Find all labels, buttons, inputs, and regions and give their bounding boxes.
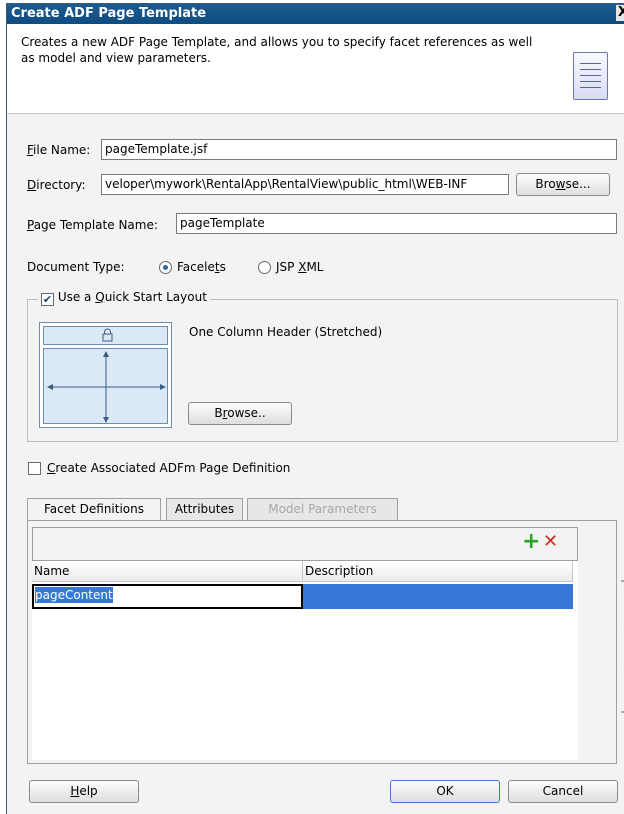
layout-browse-button[interactable]: Browse..	[188, 402, 292, 425]
directory-field[interactable]: veloper\mywork\RentalApp\RentalView\publ…	[101, 174, 509, 195]
add-icon[interactable]: +	[522, 531, 540, 553]
remove-icon[interactable]: ✕	[543, 532, 558, 552]
directory-browse-button[interactable]: Browse...	[516, 173, 610, 196]
template-name-label: Page Template Name:	[27, 218, 158, 232]
facet-description-cell[interactable]	[303, 584, 573, 609]
page-template-icon	[573, 52, 608, 100]
jsp-xml-radio[interactable]	[258, 261, 271, 274]
header-panel: Creates a new ADF Page Template, and all…	[7, 24, 624, 114]
create-page-template-dialog: Create ADF Page Template X Creates a new…	[6, 3, 624, 814]
move-to-top-icon[interactable]: ⇧	[619, 580, 624, 599]
facelets-radio[interactable]	[159, 261, 172, 274]
column-header-description[interactable]: Description	[303, 561, 573, 582]
file-name-field[interactable]: pageTemplate.jsf	[101, 139, 617, 160]
table-row[interactable]: pageContent	[32, 584, 303, 609]
move-up-icon[interactable]: ⇧	[619, 618, 624, 637]
quick-start-label[interactable]: Use a Quick Start Layout	[58, 290, 207, 304]
close-button[interactable]: X	[616, 5, 624, 21]
associated-page-def-checkbox[interactable]	[28, 462, 41, 475]
facet-name-cell[interactable]: pageContent	[35, 587, 113, 603]
jsp-xml-radio-label[interactable]: JSP XML	[276, 260, 324, 274]
template-name-field[interactable]: pageTemplate	[176, 213, 617, 234]
associated-page-def-label[interactable]: Create Associated ADFm Page Definition	[47, 461, 290, 475]
quick-start-legend: ✔ Use a Quick Start Layout	[38, 290, 210, 308]
directory-label: Directory:	[27, 178, 86, 192]
lock-icon	[102, 328, 113, 342]
tab-facet-definitions[interactable]: Facet Definitions	[27, 498, 161, 521]
quick-start-checkbox[interactable]: ✔	[41, 293, 54, 306]
dialog-description: Creates a new ADF Page Template, and all…	[21, 35, 533, 65]
layout-name: One Column Header (Stretched)	[189, 325, 383, 339]
tab-attributes[interactable]: Attributes	[166, 498, 243, 520]
layout-preview-thumbnail[interactable]	[39, 322, 172, 428]
ok-button[interactable]: OK	[390, 780, 500, 803]
help-button[interactable]: Help	[29, 780, 139, 803]
title-bar: Create ADF Page Template X	[7, 4, 624, 24]
facelets-radio-label[interactable]: Facelets	[177, 260, 226, 274]
cancel-button[interactable]: Cancel	[508, 780, 618, 803]
column-header-name[interactable]: Name	[32, 561, 303, 582]
tab-model-parameters: Model Parameters	[247, 498, 398, 520]
dialog-title: Create ADF Page Template	[11, 6, 207, 21]
move-to-bottom-icon[interactable]: ⇩	[619, 694, 624, 713]
facet-table: Name Description pageContent	[32, 560, 578, 760]
stretch-arrows-icon	[47, 351, 166, 423]
move-down-icon[interactable]: ⇩	[619, 656, 624, 675]
stretched-content-region	[43, 348, 168, 424]
document-type-label: Document Type:	[27, 260, 125, 274]
header-region	[43, 326, 168, 345]
file-name-label: File Name:	[27, 143, 91, 157]
